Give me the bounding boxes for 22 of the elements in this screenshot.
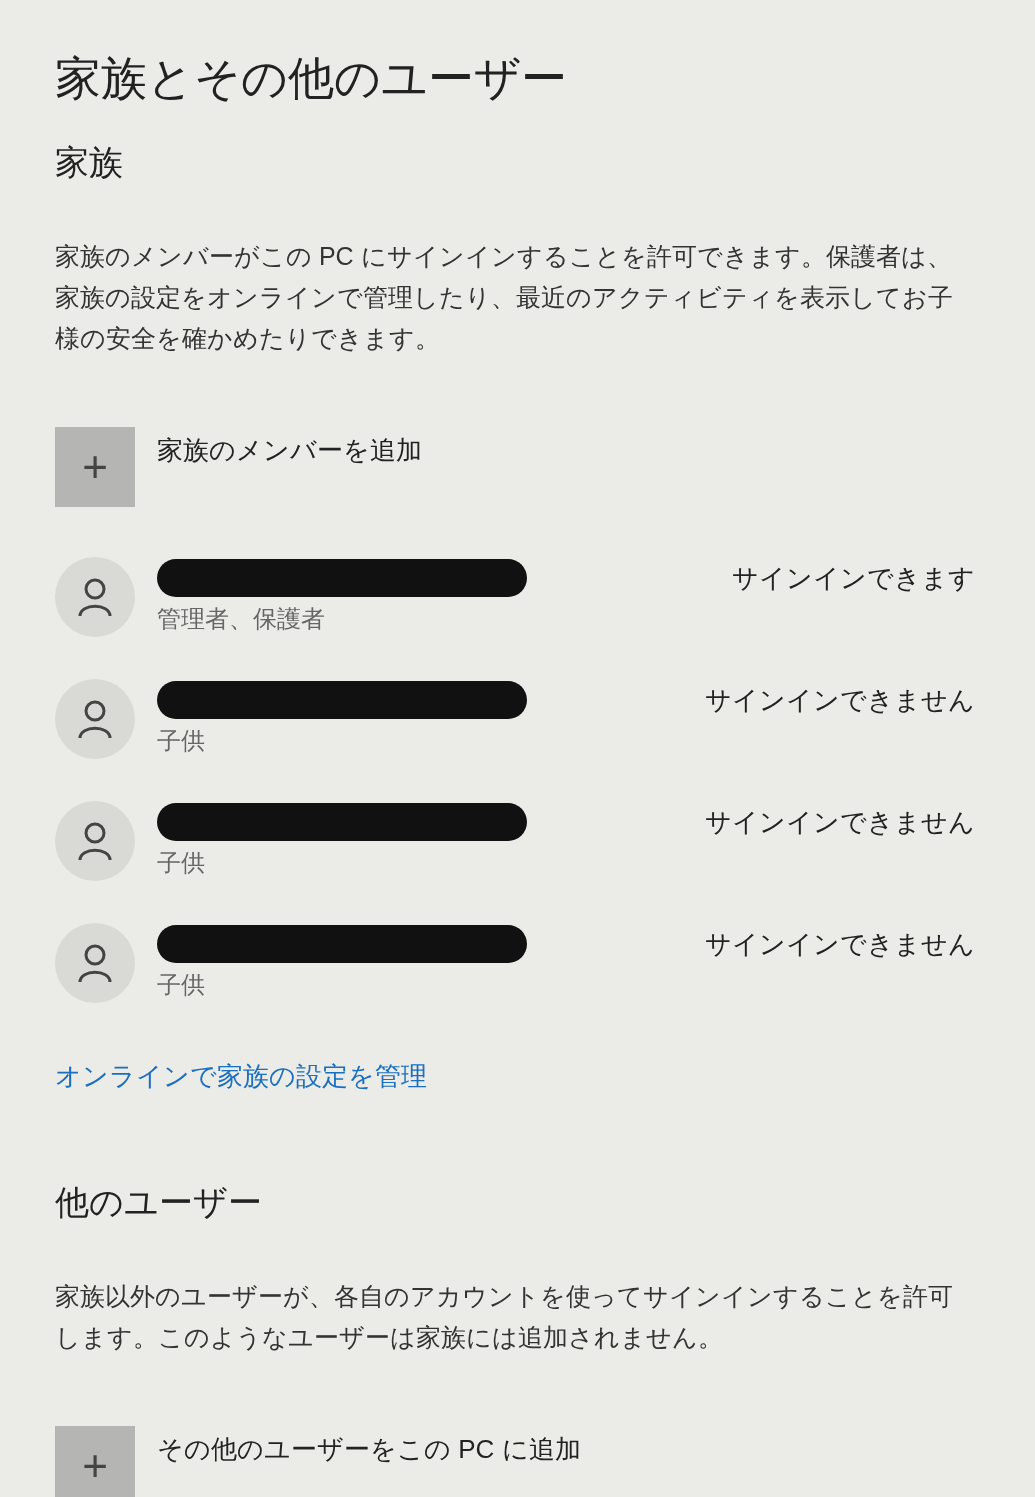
section-heading: 家族 <box>55 142 124 183</box>
member-role: 子供 <box>157 848 206 878</box>
sign-in-status: サインインできません <box>705 806 975 839</box>
add-label[interactable]: その他のユーザーをこの PC に追加 <box>157 1426 581 1467</box>
add-button[interactable]: + <box>55 1426 135 1497</box>
page-title: 家族とその他のユーザー <box>55 51 568 106</box>
sign-in-status: サインインできます <box>732 562 975 595</box>
section-description: 家族のメンバーがこの PC にサインインすることを許可できます。保護者は、家族の設定をオンラインで管理したり、最近のアクティビティを表示してお子様の安全を確かめたりできます。 <box>55 241 954 354</box>
member-role: 子供 <box>157 970 206 1000</box>
member-role: 管理者、保護者 <box>157 604 326 634</box>
person-icon <box>78 943 112 983</box>
add-label[interactable]: 家族のメンバーを追加 <box>157 427 422 468</box>
person-icon <box>78 699 112 739</box>
add-button[interactable]: + <box>55 427 135 507</box>
section-description: 家族以外のユーザーが、各自のアカウントを使ってサインインすることを許可します。このようなユーザーは家族には追加されません。 <box>55 1281 954 1353</box>
person-icon <box>78 821 112 861</box>
sign-in-status: サインインできません <box>705 684 975 717</box>
person-icon <box>78 577 112 617</box>
sign-in-status: サインインできません <box>705 928 975 961</box>
section-heading: 他のユーザー <box>55 1182 263 1223</box>
member-role: 子供 <box>157 726 206 756</box>
manage-family-link[interactable]: オンラインで家族の設定を管理 <box>55 1059 427 1094</box>
